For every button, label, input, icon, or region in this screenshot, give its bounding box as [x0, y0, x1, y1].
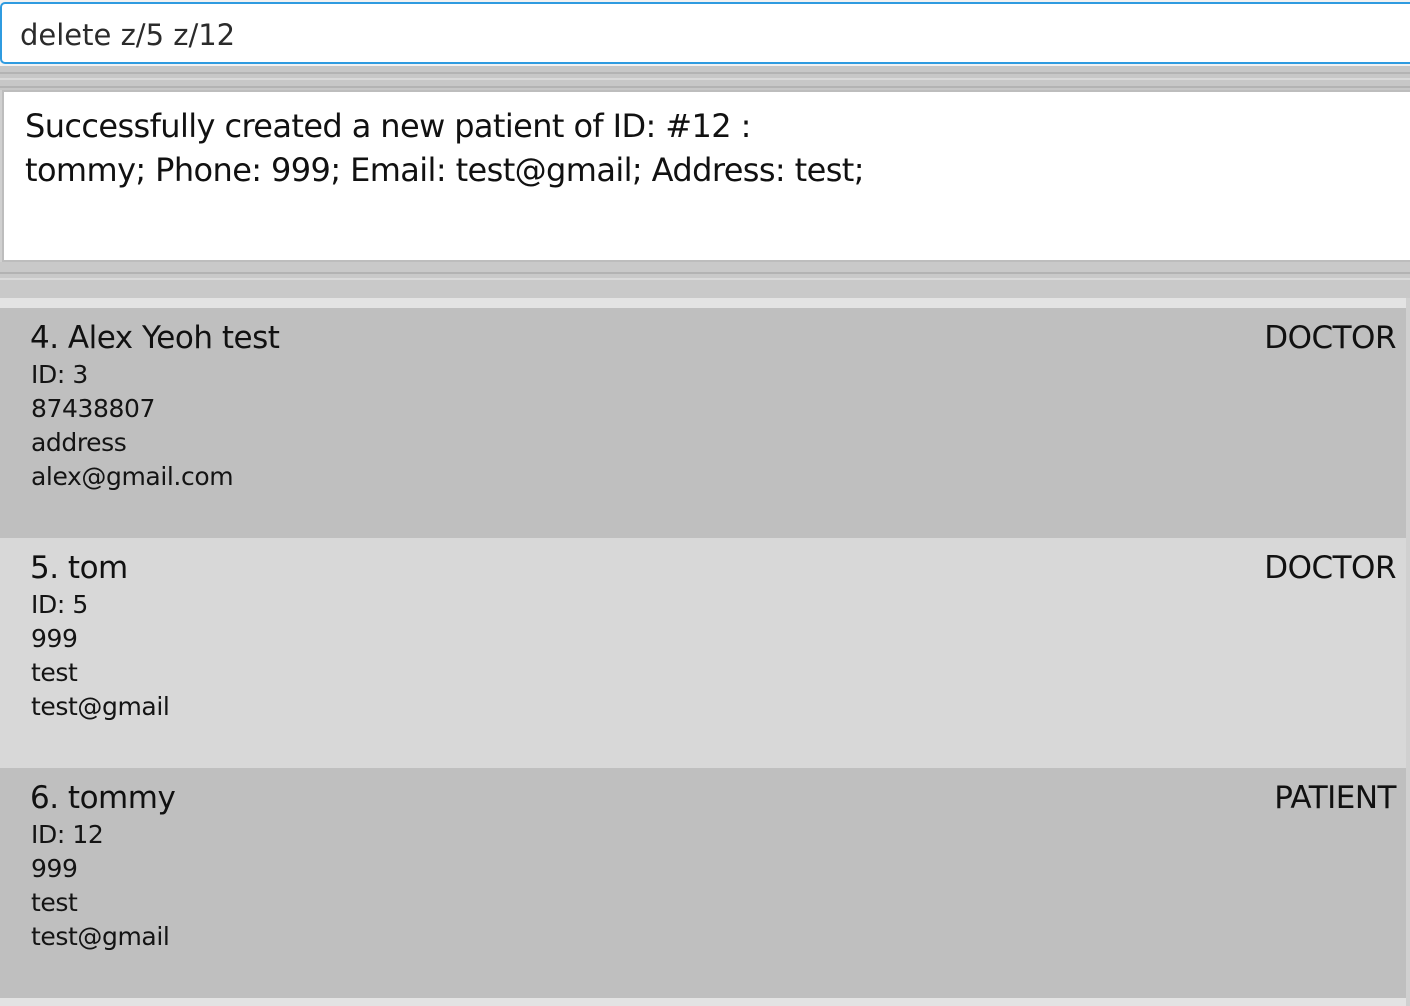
- splitter-bottom[interactable]: [0, 262, 1410, 298]
- person-address: test: [31, 658, 78, 687]
- person-address: test: [31, 888, 78, 917]
- splitter-line: [0, 78, 1410, 80]
- person-id: ID: 3: [31, 360, 88, 389]
- person-name: 4. Alex Yeoh test: [30, 320, 280, 356]
- splitter-line: [0, 272, 1410, 274]
- splitter-top[interactable]: [0, 66, 1410, 90]
- person-phone: 999: [31, 624, 78, 653]
- person-role: PATIENT: [1274, 780, 1396, 816]
- command-input[interactable]: [20, 18, 1380, 52]
- person-name: 5. tom: [30, 550, 128, 586]
- splitter-line: [0, 72, 1410, 74]
- person-email: alex@gmail.com: [31, 462, 234, 491]
- result-message: Successfully created a new patient of ID…: [25, 107, 865, 189]
- person-phone: 999: [31, 854, 78, 883]
- list-item[interactable]: 6. tommy PATIENT ID: 12 999 test test@gm…: [0, 768, 1406, 998]
- person-phone: 87438807: [31, 394, 156, 423]
- person-id: ID: 5: [31, 590, 88, 619]
- person-role: DOCTOR: [1264, 550, 1396, 586]
- person-role: DOCTOR: [1264, 320, 1396, 356]
- splitter-line: [0, 86, 1410, 88]
- command-box[interactable]: [0, 2, 1410, 64]
- person-id: ID: 12: [31, 820, 104, 849]
- person-list[interactable]: 4. Alex Yeoh test DOCTOR ID: 3 87438807 …: [0, 298, 1406, 1006]
- person-address: address: [31, 428, 127, 457]
- person-email: test@gmail: [31, 692, 170, 721]
- splitter-line: [0, 278, 1410, 280]
- command-area: [0, 0, 1410, 66]
- list-item[interactable]: 5. tom DOCTOR ID: 5 999 test test@gmail: [0, 538, 1406, 768]
- person-email: test@gmail: [31, 922, 170, 951]
- list-item[interactable]: 4. Alex Yeoh test DOCTOR ID: 3 87438807 …: [0, 308, 1406, 538]
- result-display: Successfully created a new patient of ID…: [2, 90, 1410, 262]
- person-name: 6. tommy: [30, 780, 176, 816]
